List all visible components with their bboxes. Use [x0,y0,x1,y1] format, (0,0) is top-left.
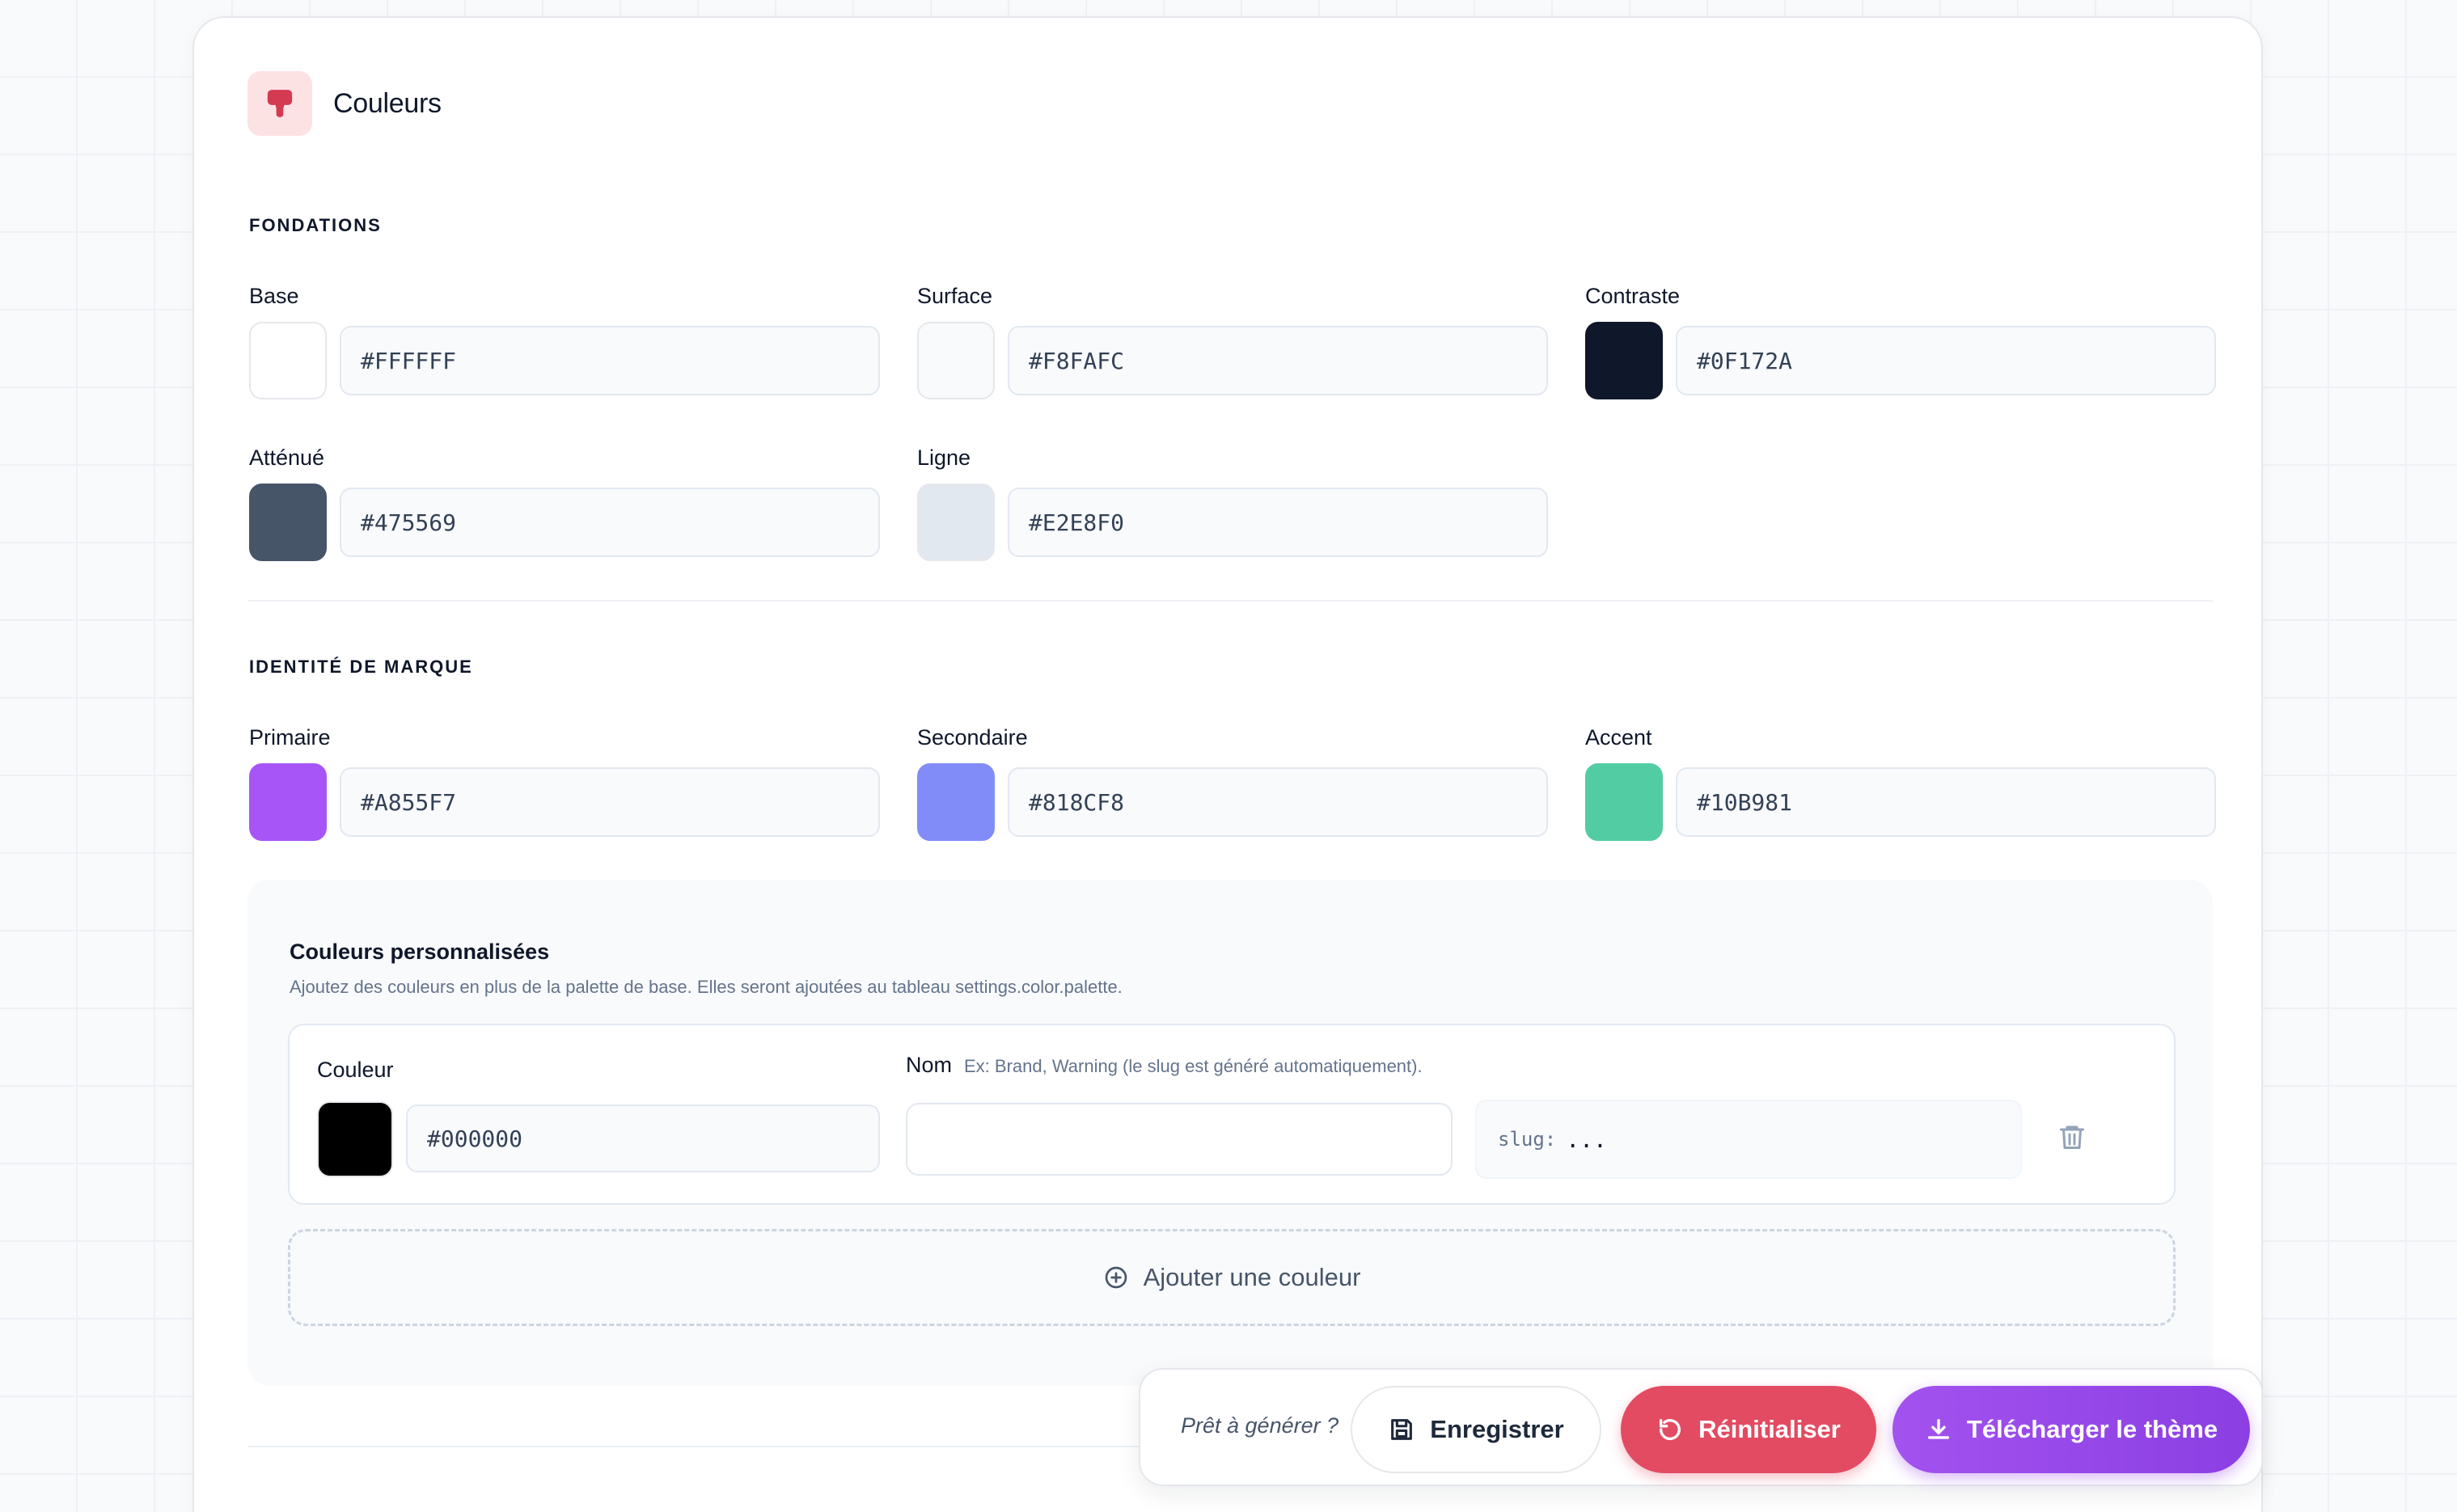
field-secondaire: Secondaire [917,723,1548,841]
section-title-fondations: FONDATIONS [249,215,382,235]
field-label: Primaire [249,725,331,750]
plus-circle-icon [1105,1266,1127,1289]
color-swatch[interactable] [917,763,995,841]
custom-colors-title: Couleurs personnalisées [290,940,550,964]
download-label: Télécharger le thème [1966,1415,2218,1443]
hex-input[interactable] [406,1104,880,1172]
color-swatch[interactable] [1585,322,1663,399]
field-label: Ligne [917,446,971,470]
field-label: Atténué [249,446,325,470]
field-label: Base [249,284,299,308]
download-icon [1927,1418,1949,1439]
save-label: Enregistrer [1430,1415,1564,1443]
card-title: Couleurs [333,87,442,119]
field-surface: Surface [917,281,1548,399]
paint-roller-icon [247,71,312,136]
reset-button[interactable]: Réinitialiser [1621,1386,1876,1473]
color-swatch[interactable] [1585,763,1663,841]
hex-input[interactable] [1676,326,2216,395]
name-label: Nom [906,1053,953,1077]
add-color-button[interactable]: Ajouter une couleur [288,1229,2176,1326]
custom-color-row: Couleur Nom Ex: Brand, Warning (le slug … [288,1024,2176,1205]
hex-input[interactable] [1008,767,1548,837]
custom-colors-description: Ajoutez des couleurs en plus de la palet… [290,977,1123,997]
card-header: Couleurs [247,71,442,136]
field-primaire: Primaire [249,723,880,841]
name-input[interactable] [906,1103,1453,1176]
trash-icon[interactable] [2053,1117,2091,1156]
section-divider [247,600,2213,602]
field-ligne: Ligne [917,443,1548,561]
slug-value: ... [1566,1126,1607,1153]
color-label: Couleur [317,1058,394,1082]
refresh-icon [1660,1418,1681,1441]
download-theme-button[interactable]: Télécharger le thème [1892,1386,2250,1473]
name-hint: Ex: Brand, Warning (le slug est généré a… [964,1056,1423,1076]
hex-input[interactable] [340,767,880,837]
field-attenue: Atténué [249,443,880,561]
color-swatch[interactable] [317,1101,393,1177]
field-contraste: Contraste [1585,281,2216,399]
slug-preview: slug: ... [1475,1100,2022,1179]
hex-input[interactable] [1008,326,1548,395]
color-swatch[interactable] [249,322,327,399]
colors-card: Couleurs FONDATIONS Base Surface Contras… [192,16,2263,1512]
color-swatch[interactable] [249,484,327,561]
reset-label: Réinitialiser [1698,1415,1841,1443]
add-color-label: Ajouter une couleur [1143,1263,1361,1291]
hex-input[interactable] [1008,488,1548,557]
hex-input[interactable] [340,326,880,395]
color-swatch[interactable] [917,322,995,399]
save-icon [1391,1419,1413,1440]
ready-text: Prêt à générer ? [1181,1413,1339,1438]
color-swatch[interactable] [917,484,995,561]
section-title-identite: IDENTITÉ DE MARQUE [249,657,473,677]
save-button[interactable]: Enregistrer [1351,1386,1601,1473]
field-label: Surface [917,284,993,308]
action-bar: Prêt à générer ? Enregistrer Réinitialis… [1139,1368,2263,1486]
field-label: Contraste [1585,284,1681,308]
field-base: Base [249,281,880,399]
field-label: Accent [1585,725,1652,750]
custom-colors-panel: Couleurs personnalisées Ajoutez des coul… [247,880,2213,1386]
hex-input[interactable] [1676,767,2216,837]
field-label: Secondaire [917,725,1028,750]
color-swatch[interactable] [249,763,327,841]
hex-input[interactable] [340,488,880,557]
slug-prefix: slug: [1498,1128,1557,1151]
field-accent: Accent [1585,723,2216,841]
